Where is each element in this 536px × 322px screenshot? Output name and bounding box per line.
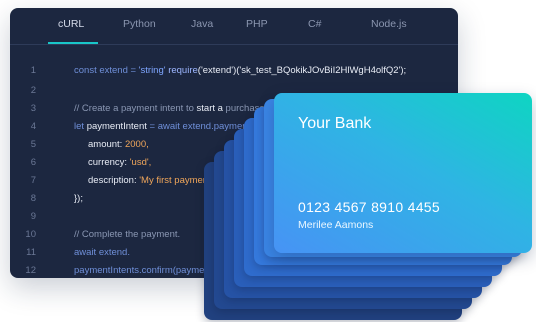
line-number: 1 [30, 65, 36, 76]
code-line-11: await extend. [74, 247, 130, 258]
code-line-1: const extend = 'string' require('extend'… [74, 65, 406, 76]
code-key: description: [88, 175, 140, 186]
code-text: = await extend.payment [146, 121, 251, 132]
line-number: 4 [30, 121, 36, 132]
credit-card: Your Bank 0123 4567 8910 4455 Merilee Aa… [274, 93, 532, 253]
line-number: 3 [30, 103, 36, 114]
code-keyword: const extend = [74, 65, 139, 76]
line-number: 5 [30, 139, 36, 150]
code-line-3: // Create a payment intent to start a pu… [74, 103, 277, 114]
code-function: require [168, 65, 198, 76]
card-number: 0123 4567 8910 4455 [298, 199, 440, 215]
active-tab-indicator [48, 42, 98, 44]
code-line-12: paymentIntents.confirm(payme [74, 265, 205, 276]
code-highlight: start a [196, 103, 223, 114]
code-variable: paymentIntent [86, 121, 147, 132]
line-number: 9 [30, 211, 36, 222]
code-value: 'My first payment' [139, 175, 213, 186]
line-number: 7 [30, 175, 36, 186]
code-value: 'usd', [129, 157, 152, 168]
code-keyword: let [74, 121, 87, 132]
tab-curl[interactable]: cURL [58, 18, 84, 30]
code-line-7: description: 'My first payment' [88, 175, 213, 186]
line-number: 12 [25, 265, 36, 276]
code-line-5: amount: 2000, [88, 139, 149, 150]
code-line-4: let paymentIntent = await extend.payment [74, 121, 250, 132]
code-value: 2000, [124, 139, 149, 150]
code-line-6: currency: 'usd', [88, 157, 151, 168]
line-number: 2 [30, 85, 36, 96]
tab-python[interactable]: Python [123, 18, 156, 30]
line-number: 11 [26, 247, 36, 258]
tab-java[interactable]: Java [191, 18, 213, 30]
line-number: 6 [30, 157, 36, 168]
line-number: 10 [25, 229, 36, 240]
code-string: 'string' [138, 65, 169, 76]
language-tabbar: cURL Python Java PHP C# Node.js [10, 8, 458, 45]
line-number: 8 [30, 193, 36, 204]
tab-php[interactable]: PHP [246, 18, 268, 30]
tab-nodejs[interactable]: Node.js [371, 18, 407, 30]
code-text: ('extend')('sk_test_BQokikJOvBiI2HlWgH4o… [197, 65, 407, 76]
card-holder-name: Merilee Aamons [298, 219, 374, 231]
code-comment: // Create a payment intent to [74, 103, 197, 114]
code-key: amount: [88, 139, 125, 150]
code-line-8: }); [74, 193, 83, 204]
code-key: currency: [88, 157, 130, 168]
bank-name: Your Bank [298, 115, 372, 132]
tab-csharp[interactable]: C# [308, 18, 321, 30]
code-line-10: // Complete the payment. [74, 229, 181, 240]
